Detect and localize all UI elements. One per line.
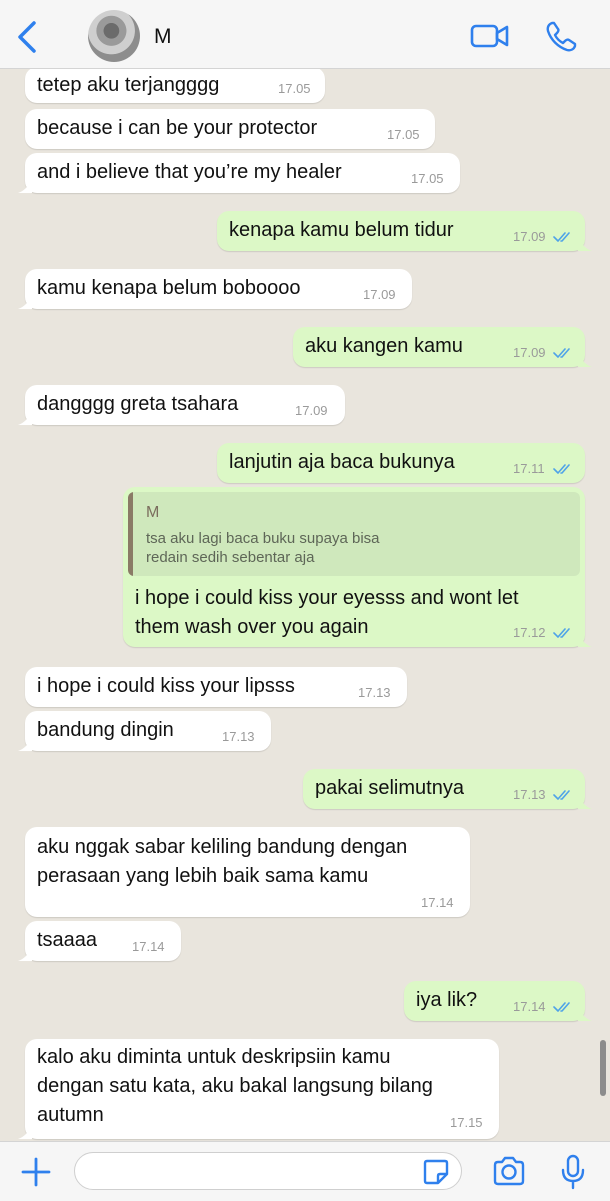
bubble-tail (578, 1007, 592, 1021)
contact-name[interactable]: M (154, 25, 172, 49)
message-incoming[interactable]: aku nggak sabar keliling bandung dengan … (25, 827, 470, 917)
plus-icon[interactable] (20, 1156, 52, 1188)
message-text: kamu kenapa belum boboooo (37, 277, 301, 299)
message-incoming[interactable]: tsaaaa 17.14 (18, 921, 181, 961)
read-receipt-icon (553, 790, 570, 800)
message-time: 17.14 (132, 939, 165, 954)
message-outgoing[interactable]: kenapa kamu belum tidur 17.09 (217, 211, 592, 251)
message-incoming[interactable]: bandung dingin 17.13 (18, 711, 271, 751)
message-outgoing-reply[interactable]: M tsa aku lagi baca buku supaya bisa red… (123, 487, 592, 647)
message-text: dangggg greta tsahara (37, 393, 239, 415)
bubble-tail (578, 795, 592, 809)
message-outgoing[interactable]: pakai selimutnya 17.13 (303, 769, 592, 809)
message-line: dengan satu kata, aku bakal langsung bil… (37, 1075, 433, 1097)
message-list[interactable]: tetep aku terjangggg 17.05 because i can… (0, 69, 610, 1141)
read-receipt-icon (553, 232, 570, 242)
avatar[interactable] (88, 10, 140, 62)
bubble-tail (18, 179, 32, 193)
message-time: 17.13 (513, 787, 546, 802)
message-text: kenapa kamu belum tidur (229, 219, 454, 241)
message-input[interactable] (74, 1152, 462, 1190)
message-incoming[interactable]: dangggg greta tsahara 17.09 (18, 385, 345, 425)
message-line: them wash over you again (135, 616, 369, 638)
bubble-tail (18, 411, 32, 425)
message-text: bandung dingin (37, 719, 174, 741)
sticker-icon[interactable] (422, 1158, 450, 1186)
message-line: perasaan yang lebih baik sama kamu (37, 865, 369, 887)
message-time: 17.05 (411, 171, 444, 186)
message-outgoing[interactable]: iya lik? 17.14 (404, 981, 592, 1021)
read-receipt-icon (553, 628, 570, 638)
message-line: aku nggak sabar keliling bandung dengan (37, 836, 408, 858)
phone-icon[interactable] (544, 20, 578, 54)
message-incoming[interactable]: because i can be your protector 17.05 (25, 109, 435, 149)
message-text: iya lik? (416, 989, 478, 1011)
message-time: 17.09 (295, 403, 328, 418)
quoted-text: tsa aku lagi baca buku supaya bisa redai… (146, 529, 380, 567)
bubble-tail (18, 295, 32, 309)
bubble-tail (578, 353, 592, 367)
message-incoming[interactable]: tetep aku terjangggg 17.05 (25, 69, 325, 103)
message-text: aku nggak sabar keliling bandung dengan … (37, 833, 407, 891)
message-text: aku kangen kamu (305, 335, 463, 357)
message-text: pakai selimutnya (315, 777, 464, 799)
bubble-tail (18, 1125, 32, 1139)
message-line: i hope i could kiss your eyesss and wont… (135, 587, 519, 609)
message-text: tetep aku terjangggg (37, 74, 220, 96)
message-incoming[interactable]: kamu kenapa belum boboooo 17.09 (18, 269, 412, 309)
message-text: and i believe that you’re my healer (37, 161, 342, 183)
message-time: 17.15 (450, 1115, 483, 1130)
quoted-line: redain sedih sebentar aja (146, 549, 315, 566)
message-time: 17.05 (278, 81, 311, 96)
video-camera-icon[interactable] (470, 22, 510, 50)
message-text: tsaaaa (37, 929, 98, 951)
message-text: kalo aku diminta untuk deskripsiin kamu … (37, 1043, 433, 1130)
bubble-tail (18, 947, 32, 961)
message-incoming[interactable]: i hope i could kiss your lipsss 17.13 (25, 667, 407, 707)
message-outgoing[interactable]: aku kangen kamu 17.09 (293, 327, 592, 367)
message-time: 17.13 (222, 729, 255, 744)
message-time: 17.14 (421, 895, 454, 910)
message-text: because i can be your protector (37, 117, 318, 139)
bubble-tail (578, 633, 592, 647)
message-time: 17.05 (387, 127, 420, 142)
microphone-icon[interactable] (560, 1154, 586, 1190)
message-time: 17.11 (513, 461, 545, 476)
message-time: 17.09 (363, 287, 396, 302)
quoted-line: tsa aku lagi baca buku supaya bisa (146, 530, 380, 547)
message-outgoing[interactable]: lanjutin aja baca bukunya 17.11 (217, 443, 585, 483)
chevron-left-icon[interactable] (14, 20, 42, 54)
message-time: 17.14 (513, 999, 546, 1014)
chat-header: M (0, 0, 610, 69)
read-receipt-icon (553, 1002, 570, 1012)
message-text: i hope i could kiss your lipsss (37, 675, 295, 697)
message-time: 17.09 (513, 345, 546, 360)
camera-icon[interactable] (492, 1156, 526, 1186)
message-line: kalo aku diminta untuk deskripsiin kamu (37, 1046, 391, 1068)
message-text: lanjutin aja baca bukunya (229, 451, 455, 473)
quote-bar (128, 492, 133, 576)
scrollbar[interactable] (600, 1040, 606, 1096)
message-line: autumn (37, 1104, 104, 1126)
bubble-tail (18, 737, 32, 751)
composer-bar (0, 1141, 610, 1201)
read-receipt-icon (553, 464, 570, 474)
message-incoming[interactable]: and i believe that you’re my healer 17.0… (18, 153, 460, 193)
quoted-author: M (146, 504, 160, 521)
read-receipt-icon (553, 348, 570, 358)
message-time: 17.09 (513, 229, 546, 244)
bubble-tail (578, 237, 592, 251)
message-time: 17.13 (358, 685, 391, 700)
message-incoming[interactable]: kalo aku diminta untuk deskripsiin kamu … (18, 1039, 499, 1139)
message-time: 17.12 (513, 625, 546, 640)
message-text: i hope i could kiss your eyesss and wont… (135, 584, 519, 642)
quoted-message[interactable]: M tsa aku lagi baca buku supaya bisa red… (128, 492, 580, 576)
